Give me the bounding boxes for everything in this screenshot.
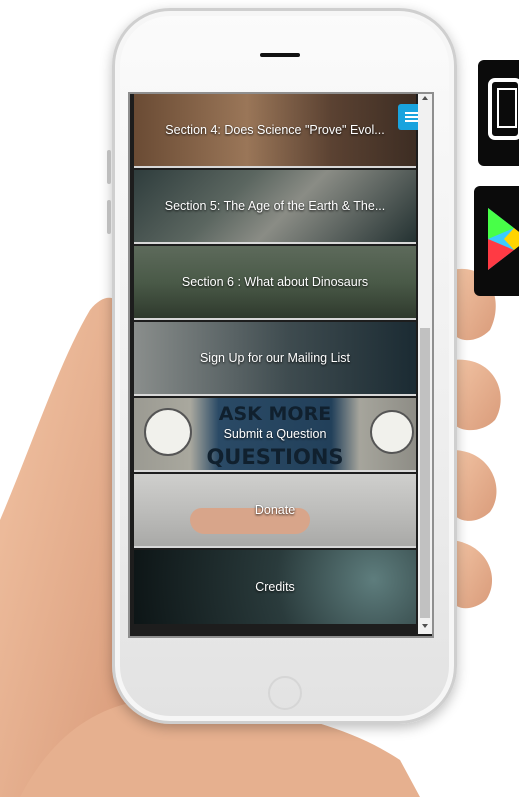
menu-item-label: Submit a Question	[223, 427, 327, 441]
menu-item-label: Section 5: The Age of the Earth & The...	[164, 199, 386, 213]
app-store-badge[interactable]	[478, 60, 519, 166]
phone-side-button	[107, 200, 111, 234]
menu-item-donate[interactable]: Donate	[134, 474, 416, 548]
phone-side-button	[107, 150, 111, 184]
menu-item-section-5[interactable]: Section 5: The Age of the Earth & The...	[134, 170, 416, 244]
menu-item-mailing-list[interactable]: Sign Up for our Mailing List	[134, 322, 416, 396]
menu-item-submit-question[interactable]: ASK MORE QUESTIONS Submit a Question	[134, 398, 416, 472]
home-button[interactable]	[268, 676, 302, 710]
google-play-icon	[488, 208, 519, 270]
menu-item-credits[interactable]: Credits	[134, 550, 416, 624]
phone-speaker	[260, 53, 300, 57]
phone-screen: Section 4: Does Science "Prove" Evol... …	[128, 92, 434, 638]
menu-item-section-6[interactable]: Section 6 : What about Dinosaurs	[134, 246, 416, 320]
menu-item-label: Credits	[255, 580, 295, 594]
menu-item-section-4[interactable]: Section 4: Does Science "Prove" Evol...	[134, 94, 416, 168]
google-play-badge[interactable]	[474, 186, 519, 296]
hamburger-menu-icon	[405, 116, 419, 118]
scroll-thumb[interactable]	[420, 328, 430, 618]
apple-store-icon	[488, 78, 519, 140]
scroll-down-arrow-icon[interactable]	[422, 624, 428, 628]
menu-item-label: Sign Up for our Mailing List	[199, 351, 351, 365]
menu-item-label: Donate	[254, 503, 296, 517]
scrollbar[interactable]	[418, 94, 432, 634]
scroll-up-arrow-icon[interactable]	[422, 96, 428, 100]
menu-item-label: Section 6 : What about Dinosaurs	[181, 275, 369, 289]
hamburger-menu-icon	[405, 120, 419, 122]
hamburger-menu-icon	[405, 112, 419, 114]
menu-item-label: Section 4: Does Science "Prove" Evol...	[165, 123, 385, 137]
